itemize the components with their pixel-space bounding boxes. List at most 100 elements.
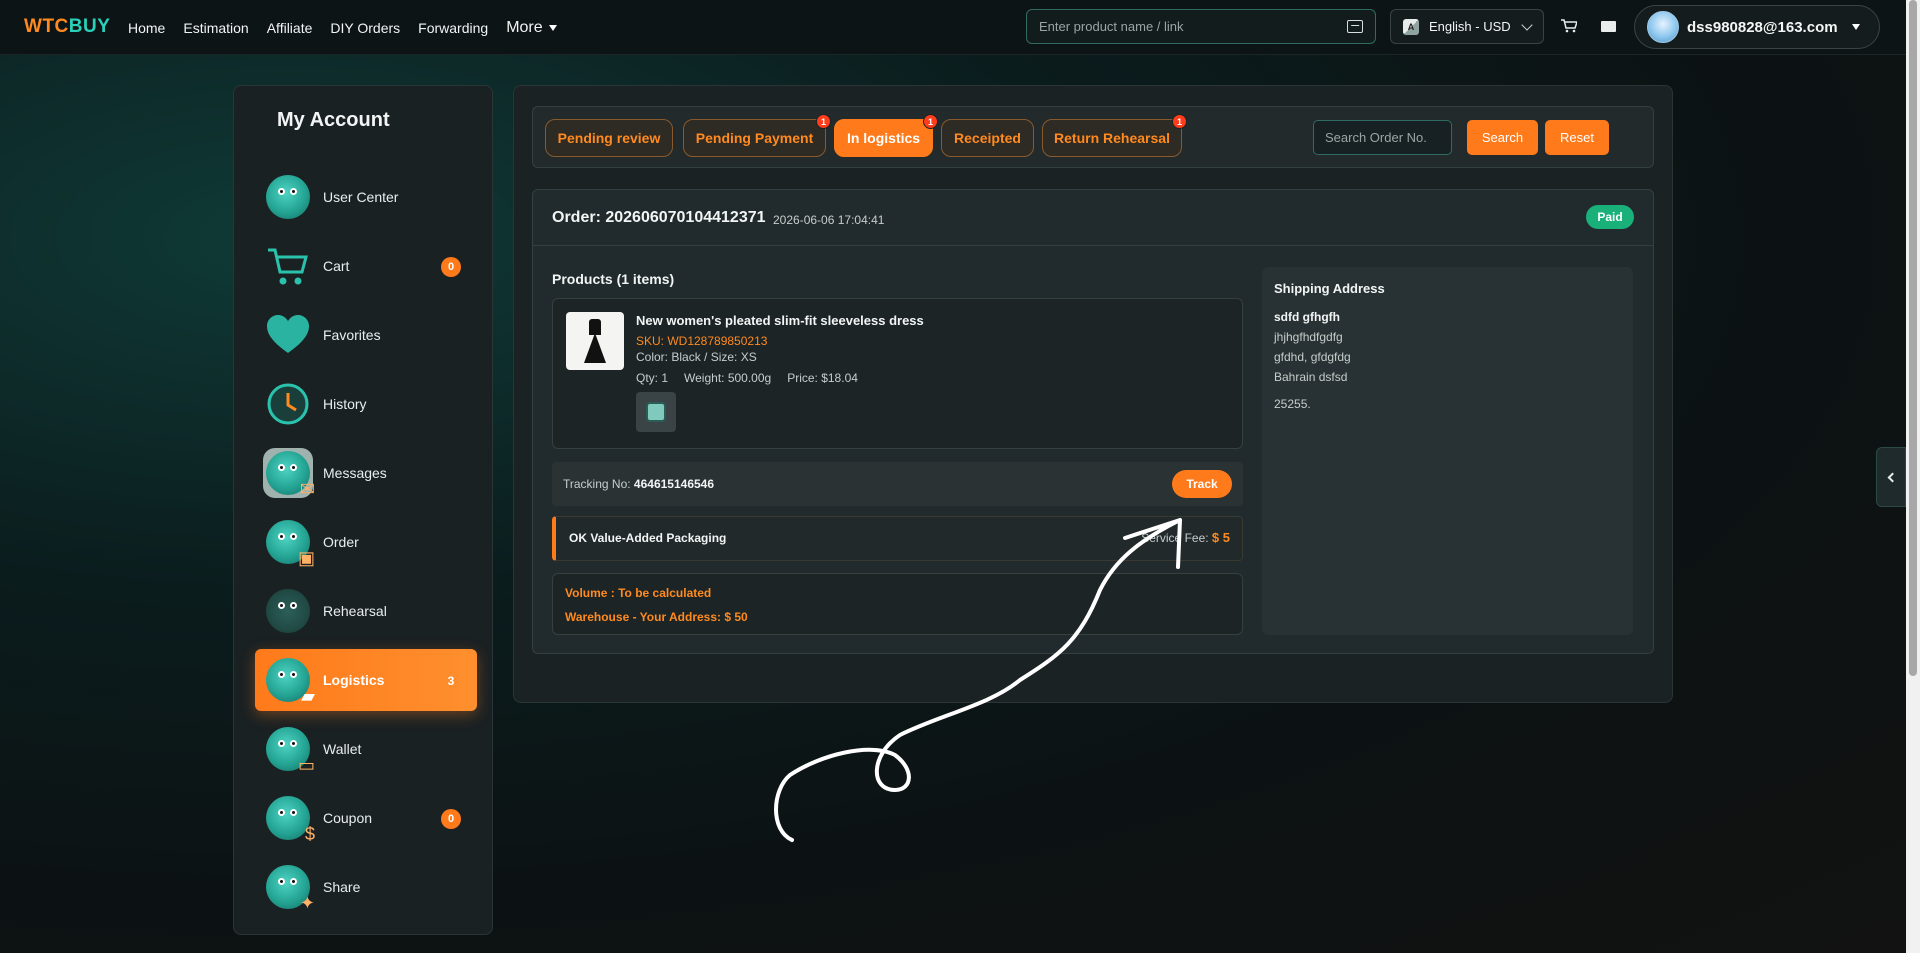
order-header: Order: 202606070104412371 2026-06-06 17:… xyxy=(533,190,1653,246)
main-nav: Home Estimation Affiliate DIY Orders For… xyxy=(128,0,557,55)
chevron-down-icon xyxy=(1521,18,1533,31)
tab-return-rehearsal[interactable]: Return Rehearsal 1 xyxy=(1042,114,1187,157)
scrollbar-thumb[interactable] xyxy=(1909,0,1917,676)
shipping-address-title: Shipping Address xyxy=(1274,281,1385,296)
product-meta: Qty: 1 Weight: 500.00g Price: $18.04 xyxy=(636,371,858,385)
mail-icon[interactable] xyxy=(1601,21,1616,32)
order-number: Order: 202606070104412371 xyxy=(552,209,766,226)
heart-icon xyxy=(263,310,313,360)
image-search-icon[interactable] xyxy=(1347,20,1363,33)
tab-in-logistics[interactable]: In logistics 1 xyxy=(834,114,938,157)
account-sidebar: My Account User Center Cart 0 Favorites … xyxy=(233,85,493,935)
sidebar-item-cart[interactable]: Cart 0 xyxy=(255,235,477,297)
sidebar-item-label: History xyxy=(323,396,367,412)
sidebar-item-label: Logistics xyxy=(323,672,385,688)
nav-estimation[interactable]: Estimation xyxy=(183,20,248,36)
order-search-input[interactable] xyxy=(1313,120,1452,155)
product-item: New women's pleated slim-fit sleeveless … xyxy=(552,298,1243,449)
sidebar-item-label: Messages xyxy=(323,465,387,481)
coupon-count-badge: 0 xyxy=(441,809,461,829)
top-navbar: WTCBUY Home Estimation Affiliate DIY Ord… xyxy=(0,0,1920,55)
service-fee-label: Service Fee: xyxy=(1141,531,1209,545)
sidebar-item-messages[interactable]: ✉ Messages xyxy=(255,442,477,504)
site-logo[interactable]: WTCBUY xyxy=(24,16,110,38)
tab-pending-review[interactable]: Pending review xyxy=(545,119,673,157)
sidebar-item-favorites[interactable]: Favorites xyxy=(255,304,477,366)
caret-down-icon xyxy=(1851,24,1860,30)
language-currency-selector[interactable]: A English - USD xyxy=(1390,9,1544,44)
product-search xyxy=(1026,9,1376,44)
service-fee: Service Fee: $ 5 xyxy=(1141,530,1230,545)
page-scrollbar[interactable] xyxy=(1906,0,1920,953)
translate-icon: A xyxy=(1403,18,1419,35)
sidebar-item-label: Coupon xyxy=(323,810,373,826)
sidebar-item-rehearsal[interactable]: Rehearsal xyxy=(255,580,477,642)
product-search-input[interactable] xyxy=(1039,19,1347,34)
cart-icon[interactable] xyxy=(1561,19,1577,33)
tab-receipted[interactable]: Receipted xyxy=(941,119,1034,157)
dress-icon xyxy=(584,319,606,363)
sidebar-title: My Account xyxy=(277,109,390,131)
tab-count-badge: 1 xyxy=(923,114,938,129)
products-heading: Products (1 items) xyxy=(552,271,675,287)
shipping-address: Shipping Address sdfd gfhgfh jhjhgfhdfgd… xyxy=(1262,267,1633,635)
product-variant: Color: Black / Size: XS xyxy=(636,350,757,364)
product-image[interactable] xyxy=(566,312,624,370)
address-line: Bahrain dsfsd xyxy=(1274,370,1348,384)
order-icon: ▣ xyxy=(263,517,315,568)
side-panel-toggle[interactable] xyxy=(1876,447,1906,507)
track-button[interactable]: Track xyxy=(1172,470,1232,498)
tab-count-badge: 1 xyxy=(816,114,831,129)
chevron-left-icon xyxy=(1887,472,1898,482)
nav-home[interactable]: Home xyxy=(128,20,165,36)
clock-icon xyxy=(263,379,313,429)
user-center-icon xyxy=(263,172,313,222)
tab-label: In logistics xyxy=(846,130,921,146)
shipping-cost-box: Volume : To be calculated Warehouse - Yo… xyxy=(552,573,1243,635)
postcode: 25255. xyxy=(1274,397,1311,411)
caret-down-icon xyxy=(548,24,557,31)
warehouse-fee: Warehouse - Your Address: $ 50 xyxy=(565,610,748,624)
logistics-panel: Pending review Pending Payment 1 In logis… xyxy=(513,85,1673,703)
address-line: jhjhgfhdfgdfg xyxy=(1274,330,1343,344)
service-fee-value: $ 5 xyxy=(1211,530,1230,545)
sidebar-item-label: Wallet xyxy=(323,741,362,757)
tracking-number: 464615146546 xyxy=(633,477,715,491)
service-name: OK Value-Added Packaging xyxy=(569,531,727,545)
value-added-service: OK Value-Added Packaging Service Fee: $ … xyxy=(552,516,1243,561)
sidebar-item-label: Rehearsal xyxy=(323,603,387,619)
sidebar-item-logistics[interactable]: ▰ Logistics 3 xyxy=(255,649,477,711)
nav-more-label: More xyxy=(506,18,543,36)
address-line: gfdhd, gfdgfdg xyxy=(1274,350,1351,364)
user-email: dss980828@163.com xyxy=(1687,18,1838,36)
tracking-info: Tracking No: 464615146546 xyxy=(563,477,714,491)
sidebar-item-history[interactable]: History xyxy=(255,373,477,435)
recipient-name: sdfd gfhgfh xyxy=(1274,310,1340,324)
tab-label: Pending review xyxy=(557,130,661,146)
tab-count-badge: 1 xyxy=(1172,114,1187,129)
tab-pending-payment[interactable]: Pending Payment 1 xyxy=(683,114,831,157)
sidebar-item-coupon[interactable]: $ Coupon 0 xyxy=(255,787,477,849)
share-icon: ✦ xyxy=(263,862,315,913)
reset-button[interactable]: Reset xyxy=(1545,120,1609,155)
cart-icon xyxy=(263,241,313,291)
sidebar-item-wallet[interactable]: ▭ Wallet xyxy=(255,718,477,780)
nav-forwarding[interactable]: Forwarding xyxy=(418,20,488,36)
volume-status: Volume : To be calculated xyxy=(565,586,712,600)
nav-diy-orders[interactable]: DIY Orders xyxy=(330,20,400,36)
wallet-icon: ▭ xyxy=(263,724,315,775)
sidebar-item-share[interactable]: ✦ Share xyxy=(255,856,477,918)
nav-more-dropdown[interactable]: More xyxy=(506,18,557,37)
sidebar-item-label: Favorites xyxy=(323,327,381,343)
product-name[interactable]: New women's pleated slim-fit sleeveless … xyxy=(636,313,924,328)
qc-photo-thumbnail[interactable] xyxy=(636,392,676,432)
user-menu[interactable]: dss980828@163.com xyxy=(1634,5,1880,49)
sidebar-item-label: User Center xyxy=(323,189,399,205)
tracking-bar: Tracking No: 464615146546 Track xyxy=(552,462,1243,506)
sidebar-item-user-center[interactable]: User Center xyxy=(255,166,477,228)
status-badge: Paid xyxy=(1586,205,1634,229)
search-button[interactable]: Search xyxy=(1467,120,1538,155)
nav-affiliate[interactable]: Affiliate xyxy=(267,20,313,36)
sidebar-item-order[interactable]: ▣ Order xyxy=(255,511,477,573)
rehearsal-icon xyxy=(263,586,313,636)
